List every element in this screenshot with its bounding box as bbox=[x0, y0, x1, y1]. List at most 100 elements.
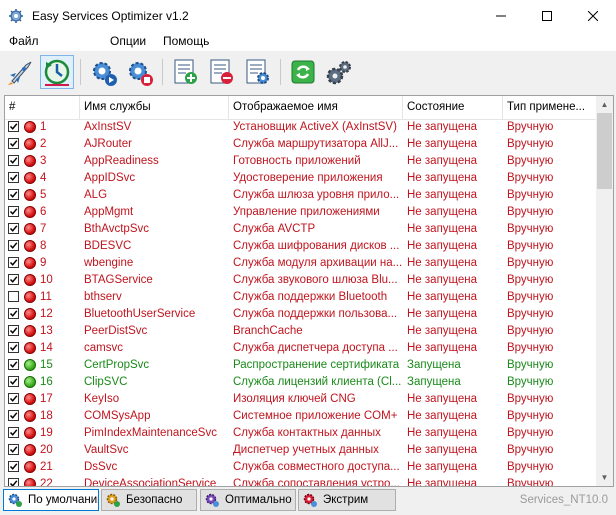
title-bar: Easy Services Optimizer v1.2 bbox=[0, 0, 616, 31]
services-table: # Имя службы Отображаемое имя Состояние … bbox=[4, 95, 614, 487]
row-checkbox[interactable] bbox=[8, 223, 19, 234]
column-header-start-type[interactable]: Тип примене... bbox=[503, 96, 597, 119]
row-checkbox[interactable] bbox=[8, 291, 19, 302]
table-row[interactable]: 8 BDESVC Служба шифрования дисков ... Не за… bbox=[5, 238, 597, 255]
table-row[interactable]: 12 BluetoothUserService Служба поддержки п… bbox=[5, 306, 597, 323]
menu-help[interactable]: Помощь bbox=[163, 34, 209, 48]
preset-extreme-button[interactable]: Экстрим bbox=[298, 489, 396, 511]
start-service-icon bbox=[93, 62, 117, 86]
table-row[interactable]: 6 AppMgmt Управление приложениями Не запуще… bbox=[5, 204, 597, 221]
row-checkbox[interactable] bbox=[8, 376, 19, 387]
row-checkbox[interactable] bbox=[8, 342, 19, 353]
row-checkbox[interactable] bbox=[8, 172, 19, 183]
remove-list-button[interactable] bbox=[204, 55, 238, 89]
table-row[interactable]: 4 AppIDSvc Удостоверение приложения Не запу… bbox=[5, 170, 597, 187]
service-name: COMSysApp bbox=[84, 410, 151, 422]
table-row[interactable]: 22 DeviceAssociationService Служба сопоста… bbox=[5, 476, 597, 487]
table-row[interactable]: 18 COMSysApp Системное приложение COM+ Не з… bbox=[5, 408, 597, 425]
row-checkbox[interactable] bbox=[8, 478, 19, 486]
table-row[interactable]: 17 KeyIso Изоляция ключей CNG Не запущена Вр… bbox=[5, 391, 597, 408]
service-name: VaultSvc bbox=[84, 444, 129, 456]
table-row[interactable]: 5 ALG Служба шлюза уровня прило... Не запущ… bbox=[5, 187, 597, 204]
checkmark-icon bbox=[9, 208, 18, 215]
column-header-number[interactable]: # bbox=[5, 96, 80, 119]
row-number: 20 bbox=[40, 444, 53, 456]
row-checkbox[interactable] bbox=[8, 308, 19, 319]
display-name: Распространение сертификата bbox=[233, 359, 400, 371]
row-checkbox[interactable] bbox=[8, 189, 19, 200]
start-type: Вручную bbox=[507, 138, 554, 150]
table-row[interactable]: 3 AppReadiness Готовность приложений Не зап… bbox=[5, 153, 597, 170]
edit-list-button[interactable] bbox=[240, 55, 274, 89]
refresh-button[interactable] bbox=[286, 55, 320, 89]
row-checkbox[interactable] bbox=[8, 393, 19, 404]
edit-list-icon bbox=[246, 59, 269, 84]
optimize-button[interactable] bbox=[4, 55, 38, 89]
table-row[interactable]: 21 DsSvc Служба совместного доступа... Не з… bbox=[5, 459, 597, 476]
start-type: Вручную bbox=[507, 155, 554, 167]
stop-service-button[interactable] bbox=[122, 55, 156, 89]
start-service-button[interactable] bbox=[86, 55, 120, 89]
start-type: Вручную bbox=[507, 206, 554, 218]
service-name: DeviceAssociationService bbox=[84, 478, 217, 487]
display-name: Служба AVCTP bbox=[233, 223, 316, 235]
table-row[interactable]: 10 BTAGService Служба звукового шлюза Blu.… bbox=[5, 272, 597, 289]
table-row[interactable]: 20 VaultSvc Диспетчер учетных данных Не зап… bbox=[5, 442, 597, 459]
service-name: KeyIso bbox=[84, 393, 120, 405]
row-checkbox[interactable] bbox=[8, 206, 19, 217]
start-type: Вручную bbox=[507, 427, 554, 439]
row-number: 4 bbox=[40, 172, 47, 184]
status-stopped-icon bbox=[24, 478, 36, 486]
service-state: Не запущена bbox=[407, 155, 478, 167]
row-checkbox[interactable] bbox=[8, 444, 19, 455]
row-number: 13 bbox=[40, 325, 53, 337]
row-checkbox[interactable] bbox=[8, 427, 19, 438]
service-name: PeerDistSvc bbox=[84, 325, 148, 337]
table-row[interactable]: 1 AxInstSV Установщик ActiveX (AxInstSV) Не… bbox=[5, 119, 597, 136]
row-checkbox[interactable] bbox=[8, 461, 19, 472]
row-checkbox[interactable] bbox=[8, 325, 19, 336]
row-checkbox[interactable] bbox=[8, 274, 19, 285]
minimize-button[interactable] bbox=[478, 0, 524, 31]
column-header-state[interactable]: Состояние bbox=[403, 96, 503, 119]
service-state: Не запущена bbox=[407, 138, 478, 150]
row-checkbox[interactable] bbox=[8, 121, 19, 132]
table-row[interactable]: 7 BthAvctpSvc Служба AVCTP Не запущена Вручн… bbox=[5, 221, 597, 238]
column-header-display-name[interactable]: Отображаемое имя bbox=[229, 96, 403, 119]
row-checkbox[interactable] bbox=[8, 138, 19, 149]
row-checkbox[interactable] bbox=[8, 257, 19, 268]
service-state: Не запущена bbox=[407, 478, 478, 487]
scroll-thumb[interactable] bbox=[597, 113, 612, 189]
close-button[interactable] bbox=[570, 0, 616, 31]
scroll-up-icon[interactable]: ▲ bbox=[596, 96, 613, 113]
column-header-service-name[interactable]: Имя службы bbox=[80, 96, 229, 119]
maximize-button[interactable] bbox=[524, 0, 570, 31]
row-checkbox[interactable] bbox=[8, 240, 19, 251]
menu-options[interactable]: Опции bbox=[110, 34, 146, 48]
status-stopped-icon bbox=[24, 461, 36, 473]
table-row[interactable]: 16 ClipSVC Служба лицензий клиента (Cl... З… bbox=[5, 374, 597, 391]
table-row[interactable]: 19 PimIndexMaintenanceSvc Служба контактны… bbox=[5, 425, 597, 442]
menu-file[interactable]: Файл bbox=[9, 34, 39, 48]
toolbar bbox=[0, 51, 616, 95]
row-checkbox[interactable] bbox=[8, 155, 19, 166]
status-stopped-icon bbox=[24, 240, 36, 252]
status-stopped-icon bbox=[24, 257, 36, 269]
row-checkbox[interactable] bbox=[8, 359, 19, 370]
table-row[interactable]: 11 bthserv Служба поддержки Bluetooth Не за… bbox=[5, 289, 597, 306]
preset-label: Оптимально bbox=[225, 494, 292, 506]
row-checkbox[interactable] bbox=[8, 410, 19, 421]
vertical-scrollbar[interactable]: ▲ ▼ bbox=[596, 96, 613, 486]
table-row[interactable]: 2 AJRouter Служба маршрутизатора AllJ... Не… bbox=[5, 136, 597, 153]
table-row[interactable]: 14 camsvc Служба диспетчера доступа ... Не … bbox=[5, 340, 597, 357]
restore-defaults-button[interactable] bbox=[40, 55, 74, 89]
preset-optimal-button[interactable]: Оптимально bbox=[200, 489, 296, 511]
table-row[interactable]: 15 CertPropSvc Распространение сертификата… bbox=[5, 357, 597, 374]
scroll-down-icon[interactable]: ▼ bbox=[596, 469, 613, 486]
table-row[interactable]: 9 wbengine Служба модуля архивации на... Не… bbox=[5, 255, 597, 272]
add-list-button[interactable] bbox=[168, 55, 202, 89]
preset-default-button[interactable]: По умолчанию bbox=[3, 489, 99, 511]
preset-safe-button[interactable]: Безопасно bbox=[101, 489, 197, 511]
table-row[interactable]: 13 PeerDistSvc BranchCache Не запущена Вручн… bbox=[5, 323, 597, 340]
services-button[interactable] bbox=[322, 55, 356, 89]
